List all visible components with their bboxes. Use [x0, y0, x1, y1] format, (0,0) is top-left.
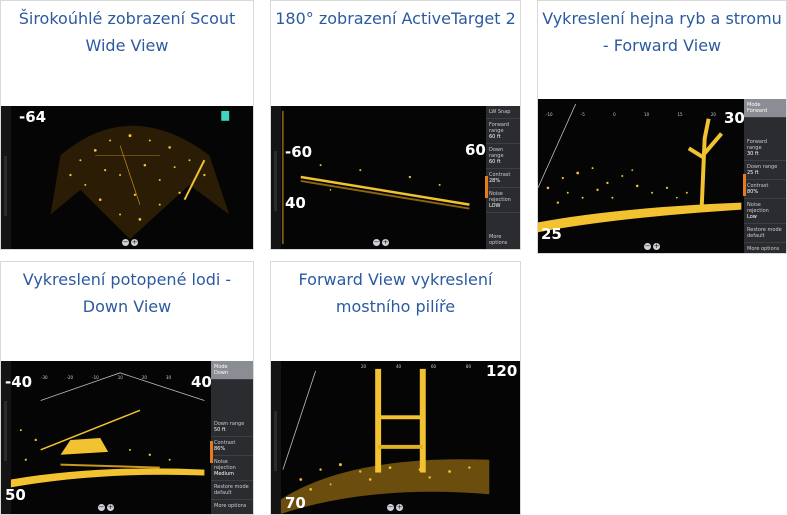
panel-row-down-range[interactable]: Down range 25 ft: [744, 161, 786, 180]
panel-row-more-options[interactable]: More options: [486, 231, 520, 249]
depth-label: 70: [285, 494, 306, 512]
zoom-in-icon[interactable]: +: [653, 243, 660, 250]
card-title[interactable]: 180° zobrazení ActiveTarget 2: [271, 5, 520, 32]
panel-row-noise[interactable]: Noise rejection LOW: [486, 188, 520, 213]
range-label: 30: [724, 109, 745, 127]
range-ticks: -10 -5 0 10 15 20: [546, 112, 716, 117]
zoom-controls: − +: [373, 239, 389, 246]
card-title[interactable]: Forward View vykreslení mostního pilíře: [271, 266, 520, 320]
panel-accent: [743, 174, 746, 196]
gallery-card-down-view-wreck[interactable]: Vykreslení potopené lodi - Down View -30…: [0, 261, 254, 515]
settings-panel: Mode Forward Forward range 30 ft Down rang…: [743, 99, 786, 253]
sonar-image: [50, 110, 230, 240]
zoom-in-icon[interactable]: +: [382, 239, 389, 246]
zoom-out-icon[interactable]: −: [373, 239, 380, 246]
zoom-in-icon[interactable]: +: [107, 504, 114, 511]
panel-row-forward-range[interactable]: Forward range 60 ft: [486, 119, 520, 144]
sonar-screenshot[interactable]: -30 -20 -10 10 20 30 -40 40 50 Mode Down Down…: [1, 361, 253, 514]
zoom-out-icon[interactable]: −: [644, 243, 651, 250]
panel-row-noise[interactable]: Noise rejection Medium: [211, 456, 253, 481]
panel-row-contrast[interactable]: Contrast 28%: [486, 169, 520, 188]
zoom-controls: − +: [98, 504, 114, 511]
panel-row-restore-default[interactable]: Restore mode default: [211, 481, 253, 500]
panel-row-more-options[interactable]: More options: [744, 243, 786, 253]
panel-row-mode[interactable]: LW Snap: [486, 106, 520, 119]
zoom-out-icon[interactable]: −: [98, 504, 105, 511]
panel-row-restore-default[interactable]: Restore mode default: [744, 224, 786, 243]
zoom-controls: − +: [122, 239, 138, 246]
range-ticks: -30 -20 -10 10 20 30: [41, 375, 171, 380]
range-label-right: 40: [191, 373, 212, 391]
settings-panel: Mode Down Down range 50 ft Contrast 86% Noi…: [210, 361, 253, 514]
zoom-in-icon[interactable]: +: [131, 239, 138, 246]
gallery-card-scout-wide-view[interactable]: Širokoúhlé zobrazení Scout Wide View -64…: [0, 0, 254, 250]
panel-row-mode[interactable]: Mode Forward: [744, 99, 786, 118]
zoom-out-icon[interactable]: −: [387, 504, 394, 511]
sonar-image: [282, 110, 470, 245]
gallery-card-activetarget-180[interactable]: 180° zobrazení ActiveTarget 2 -60 60 40 …: [270, 0, 521, 250]
panel-row-down-range[interactable]: Down range 50 ft: [211, 418, 253, 437]
gallery-card-forward-view-fish-tree[interactable]: Vykreslení hejna ryb a stromu - Forward …: [537, 0, 787, 254]
card-title[interactable]: Vykreslení potopené lodi - Down View: [1, 266, 253, 320]
zoom-controls: − +: [387, 504, 403, 511]
panel-accent: [485, 176, 488, 198]
panel-row-down-range[interactable]: Down range 60 ft: [486, 144, 520, 169]
range-label-right: 60: [465, 141, 486, 159]
range-label-left: -40: [5, 373, 33, 391]
sonar-screenshot[interactable]: 20 40 60 80 120 70 − +: [271, 361, 520, 514]
depth-label: 40: [285, 194, 306, 212]
range-label-left: -60: [285, 143, 313, 161]
sonar-screenshot[interactable]: -60 60 40 LW Snap Forward range 60 ft Dow…: [271, 106, 520, 249]
zoom-controls: − +: [644, 243, 660, 250]
zoom-in-icon[interactable]: +: [396, 504, 403, 511]
depth-label: 50: [5, 486, 26, 504]
range-ticks: 20 40 60 80: [361, 364, 471, 369]
sonar-screenshot[interactable]: -10 -5 0 10 15 20 30 25 Mode Forward Forward …: [538, 99, 786, 253]
sonar-image: [280, 368, 490, 514]
card-title[interactable]: Širokoúhlé zobrazení Scout Wide View: [1, 5, 253, 59]
zoom-out-icon[interactable]: −: [122, 239, 129, 246]
range-label: 120: [486, 362, 518, 380]
settings-panel: LW Snap Forward range 60 ft Down range 60 …: [485, 106, 520, 249]
sonar-screenshot[interactable]: -64 − +: [1, 106, 253, 249]
panel-row-mode[interactable]: Mode Down: [211, 361, 253, 380]
panel-row-noise[interactable]: Noise rejection Low: [744, 199, 786, 224]
card-title[interactable]: Vykreslení hejna ryb a stromu - Forward …: [538, 5, 786, 59]
panel-row-forward-range[interactable]: Forward range 30 ft: [744, 136, 786, 161]
range-label: -64: [19, 108, 47, 126]
panel-row-contrast[interactable]: Contrast 80%: [744, 180, 786, 199]
gallery-card-forward-view-bridge-pillar[interactable]: Forward View vykreslení mostního pilíře …: [270, 261, 521, 515]
panel-accent: [210, 441, 213, 463]
depth-label: 25: [541, 225, 562, 243]
panel-row-contrast[interactable]: Contrast 86%: [211, 437, 253, 456]
panel-row-more-options[interactable]: More options: [211, 500, 253, 512]
